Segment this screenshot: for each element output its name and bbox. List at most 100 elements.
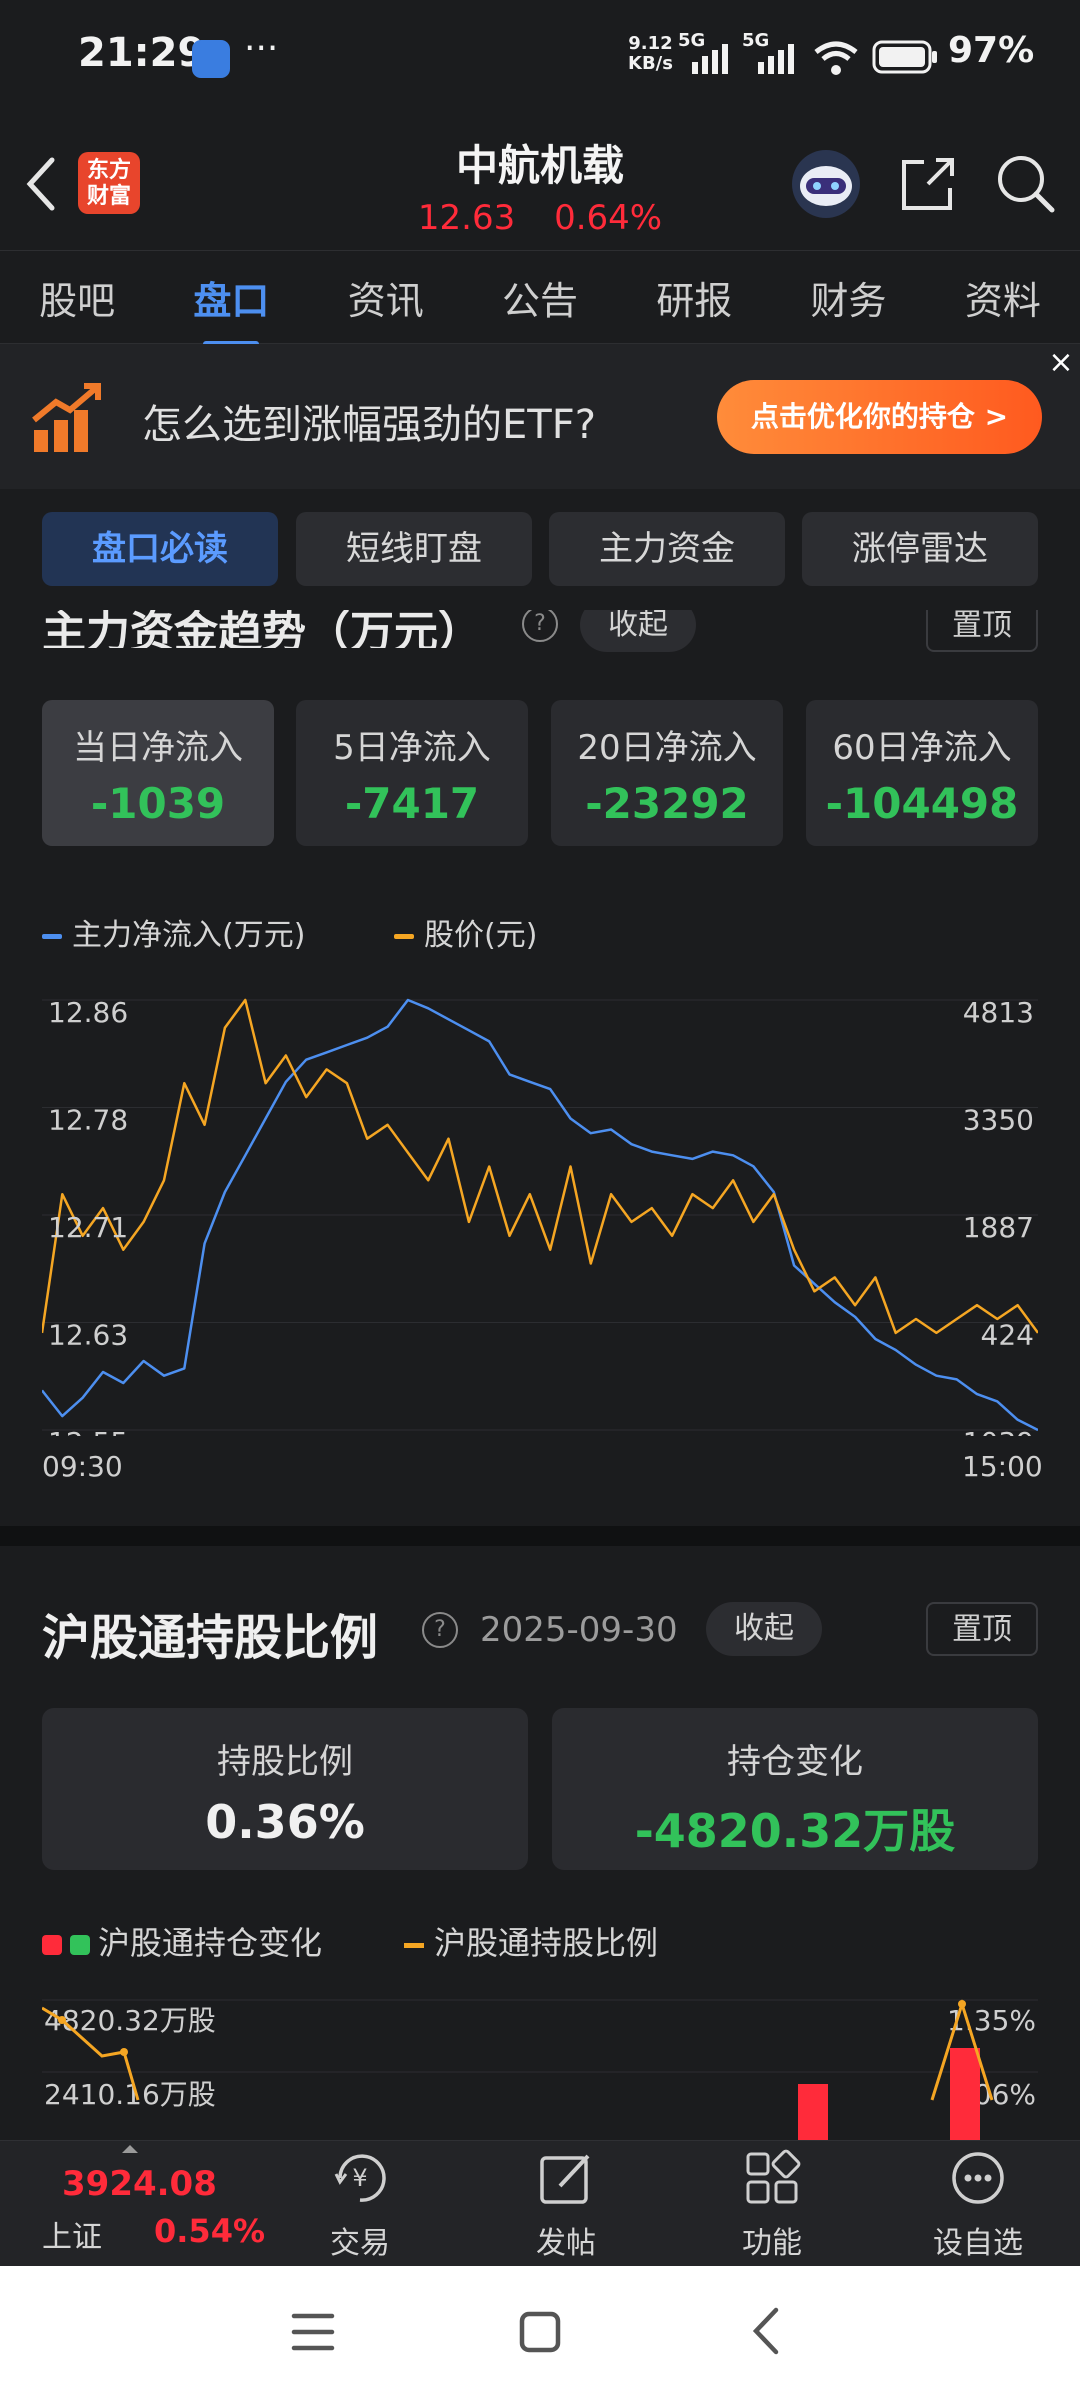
nav-functions[interactable]: 功能 <box>712 2148 832 2262</box>
hk-connect-chart[interactable]: 4820.32万股 2410.16万股 1.35% 1.06% <box>42 1990 1038 2140</box>
signal-icon-2 <box>758 44 794 74</box>
legend-hk-change: 沪股通持仓变化 <box>42 1918 322 1964</box>
system-back-icon[interactable] <box>748 2306 784 2356</box>
legend-label: 沪股通持股比例 <box>434 1924 659 1962</box>
left-tick-label: 12.86 <box>48 996 128 1029</box>
pin-top-button-2[interactable]: 置顶 <box>926 1602 1038 1656</box>
nav-add-watchlist[interactable]: 设自选 <box>918 2148 1038 2262</box>
holding-ratio-value: 0.36% <box>205 1795 365 1849</box>
legend-label: 股价(元) <box>424 918 538 953</box>
robot-assistant-icon[interactable] <box>790 148 862 220</box>
tab-finance[interactable]: 财务 <box>803 270 895 325</box>
subtab-must-read[interactable]: 盘口必读 <box>42 512 278 586</box>
holding-date: 2025-09-30 <box>480 1610 678 1650</box>
left-tick-label: 4820.32万股 <box>44 2004 216 2037</box>
right-tick-label: 424 <box>981 1319 1034 1352</box>
flow-card-label: 20日净流入 <box>577 728 757 768</box>
nav-label: 功能 <box>742 2226 802 2261</box>
holding-change-card: 持仓变化 -4820.32万股 <box>552 1708 1038 1870</box>
optimize-holdings-button[interactable]: 点击优化你的持仓 > <box>717 380 1042 454</box>
holding-ratio-label: 持股比例 <box>217 1742 353 1782</box>
flow-card-60d[interactable]: 60日净流入 -104498 <box>806 700 1038 846</box>
subtab-limit-up-radar[interactable]: 涨停雷达 <box>802 512 1038 586</box>
signal-icon <box>692 44 728 74</box>
home-icon[interactable] <box>518 2310 562 2354</box>
index-value[interactable]: 3924.08 <box>62 2164 217 2204</box>
nav-post[interactable]: 发帖 <box>506 2148 626 2262</box>
growth-chart-icon <box>32 383 101 452</box>
left-tick-label: 12.63 <box>48 1319 128 1352</box>
legend-swatch-orange <box>394 934 414 939</box>
legend-swatch-orange <box>404 1942 424 1948</box>
left-tick-label: 2410.16万股 <box>44 2078 216 2111</box>
flow-card-label: 当日净流入 <box>73 728 243 768</box>
flow-card-label: 5日净流入 <box>333 728 491 768</box>
help-icon[interactable]: ? <box>522 606 558 642</box>
flow-card-value: -7417 <box>344 779 480 828</box>
flow-card-20d[interactable]: 20日净流入 -23292 <box>551 700 783 846</box>
scroll-clip <box>0 586 1080 610</box>
subtab-short-term[interactable]: 短线盯盘 <box>296 512 532 586</box>
tab-guba[interactable]: 股吧 <box>31 270 123 325</box>
holding-change-bar <box>798 2084 828 2140</box>
flow-card-today[interactable]: 当日净流入 -1039 <box>42 700 274 846</box>
status-bar: 21:29 ··· 9.12 KB/s 5G 5G 97% <box>0 0 1080 120</box>
nav-trade[interactable]: ¥ 交易 <box>300 2148 420 2262</box>
left-tick-label: 12.71 <box>48 1211 128 1244</box>
right-tick-label: -1039 <box>953 1426 1034 1436</box>
network-speed-value: 9.12 <box>628 33 673 54</box>
flow-card-value: -1039 <box>90 779 226 828</box>
legend-price: 股价(元) <box>394 910 537 954</box>
expand-up-icon[interactable] <box>120 2144 140 2154</box>
legend-swatch-red <box>42 1935 62 1955</box>
chart-time-end: 15:00 <box>962 1450 1043 1483</box>
more-dots-icon <box>952 2152 1004 2204</box>
legend-label: 沪股通持仓变化 <box>98 1924 323 1962</box>
network-speed-unit: KB/s <box>628 53 673 74</box>
battery-level: 97% <box>948 30 1035 71</box>
battery-icon <box>872 40 937 74</box>
legend-swatch-green <box>70 1935 90 1955</box>
nav-label: 发帖 <box>536 2226 596 2261</box>
collapse-button-2[interactable]: 收起 <box>706 1602 822 1656</box>
svg-text:¥: ¥ <box>352 2164 367 2192</box>
grid-functions-icon <box>746 2149 801 2204</box>
tab-research[interactable]: 研报 <box>648 270 740 325</box>
hk-ratio-point <box>958 2000 966 2008</box>
stock-change-pct: 0.64% <box>554 198 663 238</box>
holding-change-value: -4820.32万股 <box>634 1804 956 1858</box>
section-divider <box>0 1526 1080 1546</box>
main-fund-chart[interactable]: 12.86 12.78 12.71 12.63 12.55 4813 3350 1887 424… <box>42 986 1038 1436</box>
more-notifications-icon: ··· <box>244 28 279 69</box>
close-banner-icon[interactable]: × <box>1042 344 1080 382</box>
price-line <box>42 998 1038 1335</box>
tab-profile[interactable]: 资料 <box>957 270 1049 325</box>
right-tick-label: 3350 <box>963 1104 1034 1137</box>
main-tabs: 股吧 盘口 资讯 公告 研报 财务 资料 <box>0 250 1080 347</box>
trade-icon: ¥ <box>334 2154 386 2202</box>
edit-post-icon <box>540 2154 590 2204</box>
tab-news[interactable]: 资讯 <box>340 270 432 325</box>
flow-card-label: 60日净流入 <box>832 728 1012 768</box>
chart-time-start: 09:30 <box>42 1450 123 1483</box>
stock-price: 12.63 <box>417 198 516 238</box>
banner-text: 怎么选到涨幅强劲的ETF? <box>142 402 596 448</box>
search-icon[interactable] <box>994 152 1056 214</box>
tab-announcements[interactable]: 公告 <box>494 270 586 325</box>
holding-change-label: 持仓变化 <box>727 1742 863 1782</box>
share-icon[interactable] <box>898 154 958 214</box>
section-title-hk-connect: 沪股通持股比例 <box>42 1610 379 1666</box>
flow-card-value: -104498 <box>825 779 1019 828</box>
legend-label: 主力净流入(万元) <box>72 918 306 953</box>
tab-pankou[interactable]: 盘口 <box>185 270 277 347</box>
index-name[interactable]: 上证 <box>42 2212 102 2256</box>
left-tick-label: 12.55 <box>48 1426 128 1436</box>
help-icon-2[interactable]: ? <box>422 1612 458 1648</box>
flow-card-5d[interactable]: 5日净流入 -7417 <box>296 700 528 846</box>
menu-icon[interactable] <box>290 2310 336 2354</box>
index-change-pct[interactable]: 0.54% <box>154 2212 265 2250</box>
network-speed: 9.12 KB/s <box>628 34 673 74</box>
subtab-main-funds[interactable]: 主力资金 <box>549 512 785 586</box>
legend-hk-ratio: 沪股通持股比例 <box>404 1918 658 1964</box>
wifi-icon <box>814 41 858 75</box>
